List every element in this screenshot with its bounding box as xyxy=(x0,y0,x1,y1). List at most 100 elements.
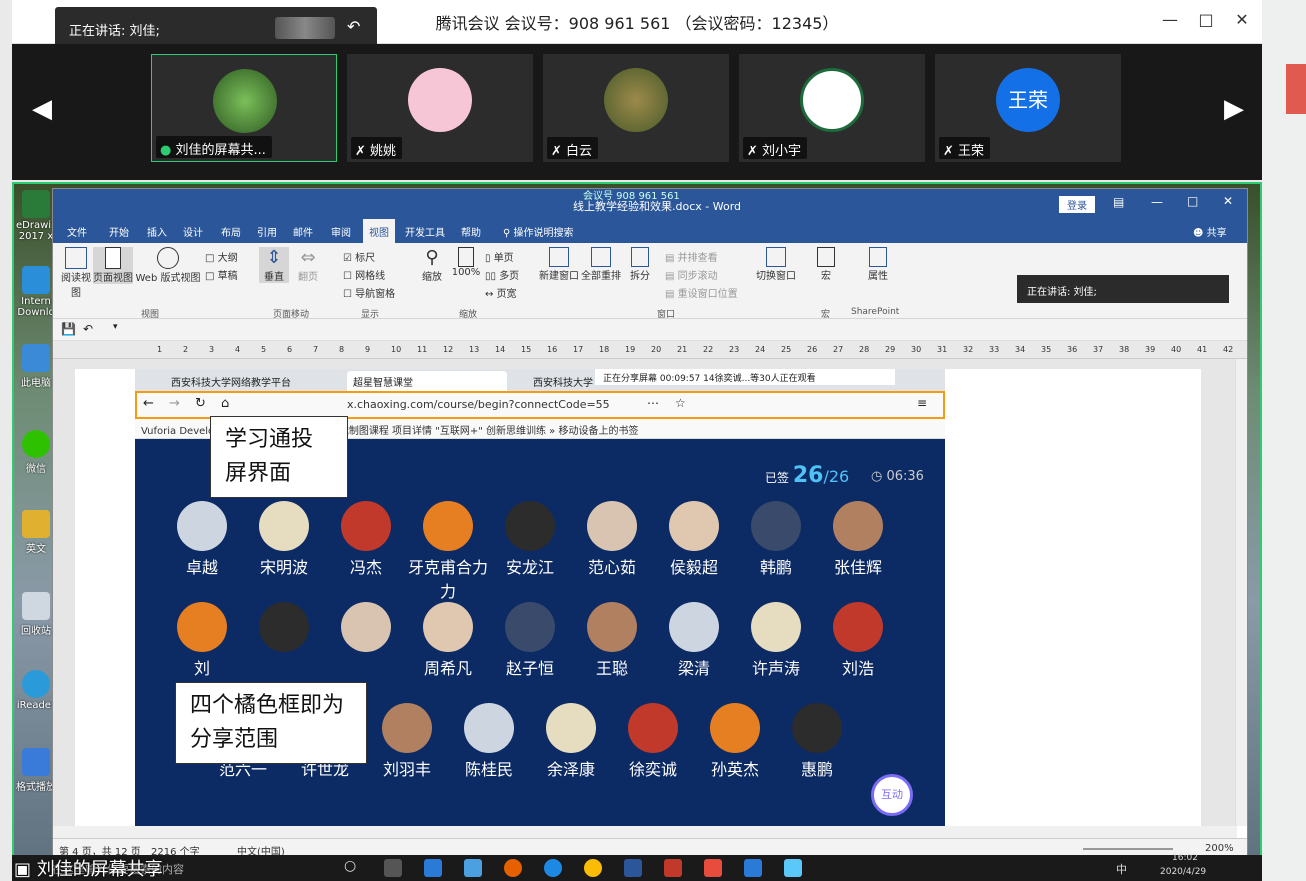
menu-icon[interactable]: ≡ xyxy=(917,396,927,410)
task-view-icon[interactable]: ○ xyxy=(344,858,356,874)
taskbar-app-icon[interactable] xyxy=(424,859,442,877)
desktop-icon[interactable]: 回收站 xyxy=(16,592,56,637)
ruler-checkbox[interactable]: ☑ 标尺 xyxy=(343,249,375,264)
desktop-icon[interactable]: 此电脑 xyxy=(16,344,56,389)
print-layout-button[interactable]: 页面视图 xyxy=(93,247,133,284)
side-to-side-button[interactable]: ⇔ 翻页 xyxy=(293,247,323,283)
tab-insert[interactable]: 插入 xyxy=(147,224,167,239)
firefox-icon[interactable] xyxy=(504,859,522,877)
close-icon[interactable]: ✕ xyxy=(1223,194,1233,208)
desktop-icon[interactable]: 英文 xyxy=(16,510,56,555)
zoom-level[interactable]: 200% xyxy=(1205,843,1234,854)
tab-help[interactable]: 帮助 xyxy=(461,224,481,239)
side-by-side-button[interactable]: ▤ 并排查看 xyxy=(665,249,718,264)
sync-scroll-button[interactable]: ▤ 同步滚动 xyxy=(665,267,718,282)
bookmark-star-icon[interactable]: ☆ xyxy=(675,396,686,410)
return-icon[interactable]: ↶ xyxy=(347,17,360,36)
web-layout-button[interactable]: Web 版式视图 xyxy=(135,247,201,284)
split-button[interactable]: 拆分 xyxy=(627,247,653,282)
reset-window-button[interactable]: ▤ 重设窗口位置 xyxy=(665,285,738,300)
participant-tile[interactable]: ✗ 白云 xyxy=(543,54,729,162)
student-item: 韩鹏 xyxy=(735,501,817,578)
save-icon[interactable]: 💾 xyxy=(61,322,76,336)
prev-arrow-icon[interactable]: ◀ xyxy=(32,94,52,124)
draft-button[interactable]: □ 草稿 xyxy=(205,267,238,282)
browser-tabs: 西安科技大学网络教学平台 超星智慧课堂 西安科技大学 正在分享屏幕 00:09:… xyxy=(135,369,945,391)
tab-design[interactable]: 设计 xyxy=(183,224,203,239)
word-icon[interactable] xyxy=(624,859,642,877)
reload-icon[interactable]: ↻ xyxy=(195,396,206,411)
switch-windows-button[interactable]: 切换窗口 xyxy=(753,247,799,282)
zoom-100-button[interactable]: 100% xyxy=(451,247,481,278)
maximize-icon[interactable]: □ xyxy=(1196,10,1216,29)
nav-pane-checkbox[interactable]: ☐ 导航窗格 xyxy=(343,285,395,300)
minimize-icon[interactable]: — xyxy=(1151,195,1163,209)
macros-button[interactable]: 宏 xyxy=(813,247,839,282)
student-avatar xyxy=(833,501,883,551)
tab-home[interactable]: 开始 xyxy=(109,224,129,239)
desktop-icon[interactable]: eDrawing 2017 x xyxy=(16,190,64,242)
meeting-icon[interactable] xyxy=(744,859,762,877)
taskbar-app-icon[interactable] xyxy=(384,859,402,877)
vertical-button[interactable]: ⇕ 垂直 xyxy=(259,247,289,283)
desktop-icon[interactable]: 微信 xyxy=(16,430,56,475)
ime-indicator[interactable]: 中 xyxy=(1116,861,1127,877)
close-icon[interactable]: ✕ xyxy=(1232,10,1252,29)
back-icon[interactable]: ← xyxy=(143,396,154,411)
participant-tile[interactable]: ● 刘佳的屏幕共... xyxy=(151,54,337,162)
customize-icon[interactable]: ▾ xyxy=(113,322,118,332)
maximize-icon[interactable]: □ xyxy=(1187,194,1198,208)
clock-time[interactable]: 16:02 xyxy=(1172,853,1198,863)
gridlines-checkbox[interactable]: ☐ 网格线 xyxy=(343,267,385,282)
participant-tile[interactable]: ✗ 姚姚 xyxy=(347,54,533,162)
chrome-icon[interactable] xyxy=(584,859,602,877)
outline-button[interactable]: □ 大纲 xyxy=(205,249,238,264)
minimize-icon[interactable]: — xyxy=(1160,10,1180,29)
app-edge xyxy=(1286,64,1306,114)
horizontal-scrollbar[interactable] xyxy=(53,826,1237,838)
multi-page-button[interactable]: ▯▯ 多页 xyxy=(485,267,519,282)
tab-layout[interactable]: 布局 xyxy=(221,224,241,239)
browser-tab[interactable]: 超星智慧课堂 xyxy=(347,371,507,391)
forward-icon[interactable]: → xyxy=(169,396,180,411)
page-width-button[interactable]: ↔ 页宽 xyxy=(485,285,517,300)
vertical-scrollbar[interactable] xyxy=(1235,359,1247,826)
participant-tile[interactable]: ✗ 刘小宇 xyxy=(739,54,925,162)
tab-developer[interactable]: 开发工具 xyxy=(405,224,445,239)
more-icon[interactable]: ⋯ xyxy=(647,396,659,410)
url-input[interactable]: x.chaoxing.com/course/begin?connectCode=… xyxy=(347,398,610,411)
desktop-icon[interactable]: Intern Downlo xyxy=(16,266,56,318)
participant-tile[interactable]: 王荣 ✗ 王荣 xyxy=(935,54,1121,162)
new-window-button[interactable]: 新建窗口 xyxy=(539,247,579,282)
desktop-icon[interactable]: 格式播放 xyxy=(16,748,56,793)
autocad-icon[interactable] xyxy=(704,859,722,877)
tab-file[interactable]: 文件 xyxy=(67,224,87,239)
taskbar-app-icon[interactable] xyxy=(784,859,802,877)
next-arrow-icon[interactable]: ▶ xyxy=(1224,94,1244,124)
undo-icon[interactable]: ↶ xyxy=(83,322,93,336)
tab-mailings[interactable]: 邮件 xyxy=(293,224,313,239)
solidworks-icon[interactable] xyxy=(664,859,682,877)
ribbon-display-icon[interactable]: ▤ xyxy=(1113,195,1124,209)
browser-tab[interactable]: 西安科技大学 xyxy=(527,371,597,391)
zoom-button[interactable]: ⚲ 缩放 xyxy=(419,247,445,283)
tab-references[interactable]: 引用 xyxy=(257,224,277,239)
zoom-slider[interactable] xyxy=(1083,848,1173,850)
arrange-all-button[interactable]: 全部重排 xyxy=(581,247,621,282)
tell-me-search[interactable]: ⚲ 操作说明搜索 xyxy=(503,224,574,239)
read-mode-button[interactable]: 阅读视图 xyxy=(61,247,91,299)
interact-button[interactable]: 互动 xyxy=(871,774,913,816)
tab-review[interactable]: 审阅 xyxy=(331,224,351,239)
tab-view[interactable]: 视图 xyxy=(363,219,395,243)
login-button[interactable]: 登录 xyxy=(1059,196,1095,213)
edge-icon[interactable] xyxy=(544,859,562,877)
properties-button[interactable]: 属性 xyxy=(861,247,895,282)
desktop-icon[interactable]: iReader xyxy=(16,670,56,711)
one-page-button[interactable]: ▯ 单页 xyxy=(485,249,514,264)
ruler-tick: 9 xyxy=(365,345,371,354)
home-icon[interactable]: ⌂ xyxy=(221,396,229,411)
share-button[interactable]: ☻ 共享 xyxy=(1193,224,1227,239)
clock-date[interactable]: 2020/4/29 xyxy=(1160,867,1206,877)
browser-tab[interactable]: 西安科技大学网络教学平台 xyxy=(165,371,315,391)
taskbar-app-icon[interactable] xyxy=(464,859,482,877)
